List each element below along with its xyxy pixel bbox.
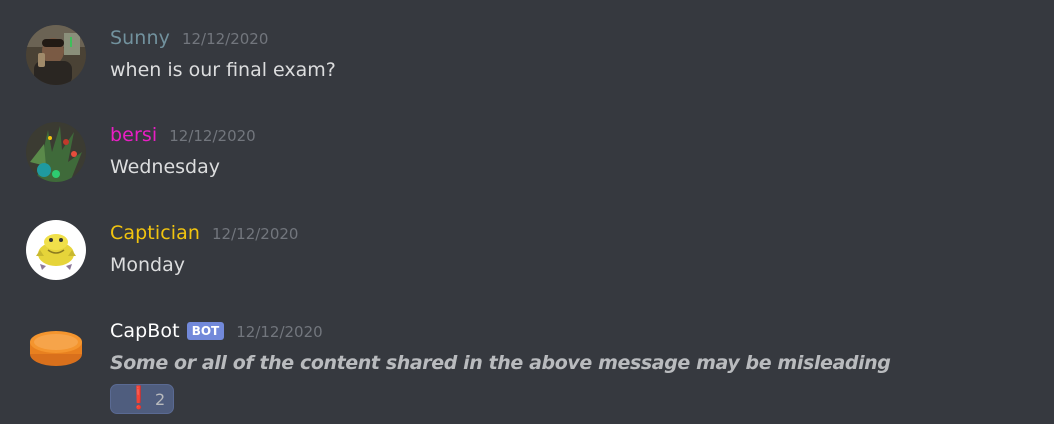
avatar[interactable] [26,25,86,85]
chat-messages: Sunny 12/12/2020 when is our final exam?… [0,0,1054,424]
message-header: Captician 12/12/2020 [110,222,298,248]
message-item: Captician 12/12/2020 Monday [0,220,1054,316]
timestamp: 12/12/2020 [212,225,299,243]
avatar[interactable] [26,122,86,182]
exclamation-icon: ❗ [125,386,153,411]
avatar[interactable] [26,318,86,378]
username[interactable]: Captician [110,222,200,244]
message-content: Monday [110,254,186,276]
username[interactable]: Sunny [110,27,170,49]
timestamp: 12/12/2020 [236,323,323,341]
avatar[interactable] [26,220,86,280]
message-content: Some or all of the content shared in the… [110,352,891,374]
username[interactable]: CapBot [110,320,180,342]
message-header: bersi 12/12/2020 [110,124,256,150]
message-content: when is our final exam? [110,59,336,81]
bot-badge: BOT [186,322,225,340]
reaction-count: 2 [155,389,166,409]
message-content: Wednesday [110,156,221,178]
message-item: bersi 12/12/2020 Wednesday [0,122,1054,218]
timestamp: 12/12/2020 [169,127,256,145]
message-item: Sunny 12/12/2020 when is our final exam? [0,25,1054,121]
message-header: Sunny 12/12/2020 [110,27,268,53]
reaction-button[interactable]: ❗ 2 [110,384,174,414]
username[interactable]: bersi [110,124,157,146]
message-header: CapBot BOT 12/12/2020 [110,320,323,346]
timestamp: 12/12/2020 [181,30,269,48]
message-item: CapBot BOT 12/12/2020 Some or all of the… [0,318,1054,414]
